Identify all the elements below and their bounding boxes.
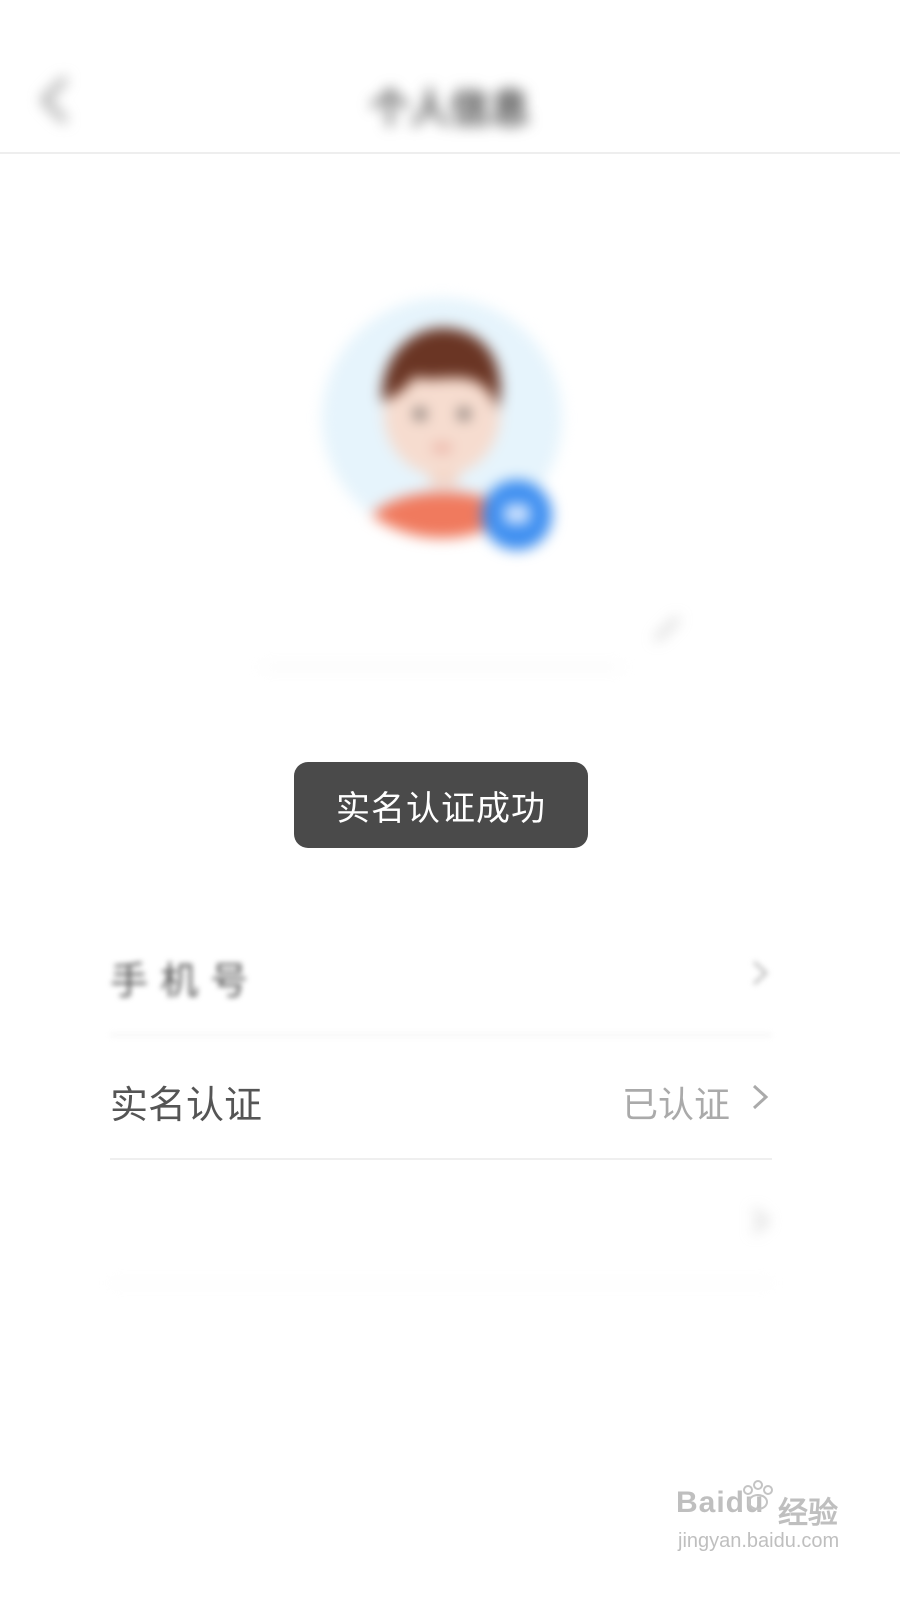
watermark-cn: 经验 bbox=[778, 1496, 838, 1531]
toast-text: 实名认证成功 bbox=[336, 788, 546, 829]
paw-icon bbox=[743, 1480, 773, 1510]
info-list: 手 机 号 实名认证 已认证 bbox=[110, 912, 772, 1284]
nickname-underline bbox=[262, 666, 622, 668]
real-name-auth-label: 实名认证 bbox=[110, 1083, 263, 1127]
chevron-right-icon bbox=[748, 956, 772, 990]
camera-icon[interactable] bbox=[482, 480, 552, 550]
avatar-container[interactable] bbox=[322, 298, 562, 550]
phone-label: 手 机 号 bbox=[110, 959, 249, 1003]
watermark-url: jingyan.baidu.com bbox=[678, 1530, 840, 1552]
header: 个人信息 bbox=[0, 48, 900, 154]
chevron-right-icon bbox=[748, 1204, 772, 1238]
page-title: 个人信息 bbox=[370, 86, 530, 132]
nickname-row[interactable] bbox=[262, 600, 702, 670]
profile-screen: 个人信息 手 机 号 实名认证 已认证 实名认证成功 Baidu 经验 jing… bbox=[0, 0, 900, 1600]
list-item-owner-auth[interactable] bbox=[110, 1160, 772, 1284]
status-bar bbox=[0, 0, 900, 48]
pencil-icon[interactable] bbox=[648, 608, 688, 648]
real-name-auth-value: 已认证 bbox=[621, 1085, 730, 1126]
list-item-phone[interactable]: 手 机 号 bbox=[110, 912, 772, 1036]
footer-links bbox=[270, 1472, 630, 1512]
chevron-right-icon bbox=[748, 1080, 772, 1114]
baidu-watermark: Baidu 经验 jingyan.baidu.com bbox=[676, 1476, 876, 1566]
toast-message: 实名认证成功 bbox=[294, 762, 588, 848]
list-item-real-name-auth[interactable]: 实名认证 已认证 bbox=[110, 1036, 772, 1160]
